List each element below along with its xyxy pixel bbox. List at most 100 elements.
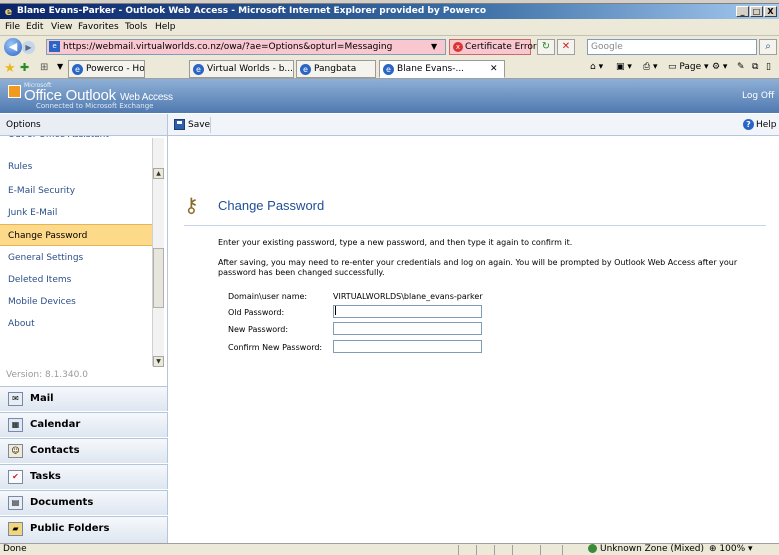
nav-label: Public Folders [30, 523, 110, 534]
add-favorites-icon[interactable]: ✚ [20, 61, 29, 74]
certificate-error-button[interactable]: x Certificate Error [449, 39, 537, 55]
toolbar: Save ? Help [168, 114, 779, 136]
options-header: Options [0, 114, 168, 136]
nav-tasks[interactable]: ✔ Tasks [0, 464, 168, 489]
option-email-security[interactable]: E-Mail Security [0, 180, 152, 202]
tab-list-icon[interactable]: ▼ [57, 62, 63, 71]
tab-powerco-home[interactable]: ePowerco - Home [68, 60, 145, 78]
keys-icon: ⚷ [184, 193, 199, 217]
globe-icon [588, 544, 597, 553]
option-out-of-office[interactable]: Out of Office Assistant [0, 136, 152, 146]
nav-label: Contacts [30, 445, 80, 456]
page-title: Change Password [218, 198, 325, 213]
option-about[interactable]: About [0, 313, 152, 335]
cert-error-label: Certificate Error [465, 42, 537, 52]
nav-public-folders[interactable]: ▰ Public Folders [0, 516, 168, 543]
log-off-link[interactable]: Log Off [742, 91, 774, 101]
scroll-down-icon[interactable]: ▼ [153, 356, 164, 367]
tab-pangbata[interactable]: e Pangbata [296, 60, 376, 78]
brand-subtitle: Connected to Microsoft Exchange [36, 102, 154, 110]
close-window-button[interactable]: X [764, 6, 777, 17]
tab-close-icon[interactable]: ✕ [490, 61, 498, 77]
menu-tools[interactable]: Tools [125, 22, 147, 32]
tab-blane-evans[interactable]: e Blane Evans-... ✕ [379, 60, 505, 78]
tab-label: Powerco - Home [86, 64, 145, 74]
nav-documents[interactable]: ▤ Documents [0, 490, 168, 515]
tab-label: Blane Evans-... [397, 64, 465, 74]
help-icon: ? [743, 119, 754, 130]
menu-help[interactable]: Help [155, 22, 176, 32]
search-input[interactable]: Google [587, 39, 757, 55]
nav-label: Documents [30, 497, 94, 508]
page-menu[interactable]: ▭ Page ▾ [668, 62, 709, 72]
home-icon[interactable]: ⌂ ▾ [590, 62, 603, 72]
status-text: Done [3, 544, 27, 554]
search-icon[interactable]: ⌕ [759, 39, 777, 55]
option-junk-email[interactable]: Junk E-Mail [0, 202, 152, 224]
save-button[interactable]: Save [174, 118, 210, 132]
nav-contacts[interactable]: ☺ Contacts [0, 438, 168, 463]
help-button[interactable]: ? Help [743, 118, 777, 132]
options-list: Out of Office Assistant Rules E-Mail Sec… [0, 136, 168, 386]
scroll-up-icon[interactable]: ▲ [153, 168, 164, 179]
forward-button[interactable]: ▶ [22, 41, 35, 54]
calendar-icon: ▦ [8, 418, 23, 432]
menu-edit[interactable]: Edit [26, 22, 43, 32]
error-icon: x [453, 42, 463, 52]
options-scrollbar[interactable]: ▲ ▼ [152, 138, 164, 367]
refresh-icon[interactable]: ↻ [537, 39, 555, 55]
status-cell [540, 545, 554, 555]
back-button[interactable]: ◀ [4, 38, 22, 56]
nav-mail[interactable]: ✉ Mail [0, 386, 168, 411]
research-icon[interactable]: ✎ [737, 62, 745, 72]
quick-tabs-icon[interactable]: ⊞ [40, 62, 48, 73]
zoom-level: 100% [719, 544, 746, 554]
feeds-icon[interactable]: ▣ ▾ [616, 62, 632, 72]
public-folders-icon: ▰ [8, 522, 23, 536]
menu-file[interactable]: File [5, 22, 20, 32]
option-rules[interactable]: Rules [0, 156, 152, 178]
copy-icon[interactable]: ⧉ [752, 62, 758, 72]
page-icon: e [49, 41, 60, 52]
option-mobile-devices[interactable]: Mobile Devices [0, 291, 152, 313]
ie-tab-icon: e [72, 64, 83, 75]
minimize-button[interactable]: _ [736, 6, 749, 17]
url-dropdown-icon[interactable]: ▼ [431, 42, 441, 52]
status-cell [512, 545, 526, 555]
maximize-button[interactable]: □ [750, 6, 763, 17]
nav-calendar[interactable]: ▦ Calendar [0, 412, 168, 437]
owa-header: Microsoft Office Outlook Web Access Conn… [0, 79, 779, 113]
menu-view[interactable]: View [51, 22, 72, 32]
nav-label: Mail [30, 393, 54, 404]
note-text: After saving, you may need to re-enter y… [218, 258, 738, 277]
page-icon[interactable]: ▯ [766, 62, 771, 72]
option-deleted-items[interactable]: Deleted Items [0, 269, 152, 291]
zone-label: Unknown Zone (Mixed) [600, 544, 705, 554]
documents-icon: ▤ [8, 496, 23, 510]
save-disk-icon [174, 119, 185, 130]
stop-icon[interactable]: ✕ [557, 39, 575, 55]
option-change-password[interactable]: Change Password [0, 224, 152, 246]
zoom-control[interactable]: ⊕ 100% ▾ [709, 544, 753, 555]
tab-virtual-worlds[interactable]: e Virtual Worlds - b... [189, 60, 294, 78]
favorites-star-icon[interactable]: ★ [4, 61, 16, 76]
tools-icon[interactable]: ⚙ ▾ [712, 62, 727, 72]
url-field[interactable]: e https://webmail.virtualworlds.co.nz/ow… [46, 39, 446, 55]
toolbar-divider [210, 117, 211, 133]
mail-icon: ✉ [8, 392, 23, 406]
scroll-thumb[interactable] [153, 248, 164, 308]
new-password-input[interactable] [333, 322, 482, 335]
print-icon[interactable]: ⎙ ▾ [643, 62, 658, 72]
security-zone[interactable]: Unknown Zone (Mixed) [588, 544, 704, 555]
old-password-input[interactable] [333, 305, 482, 318]
option-general-settings[interactable]: General Settings [0, 247, 152, 269]
window-title-bar: e Blane Evans-Parker - Outlook Web Acces… [0, 4, 779, 19]
version-text: Version: 8.1.340.0 [6, 370, 88, 380]
help-label: Help [756, 120, 777, 130]
menu-favorites[interactable]: Favorites [78, 22, 119, 32]
domain-label: Domain\user name: [228, 292, 308, 301]
tab-bar: ★ ✚ ⊞ ▼ ePowerco - Home eVirtual Worlds … [0, 57, 779, 79]
confirm-password-input[interactable] [333, 340, 482, 353]
ie-tab-icon: e [300, 64, 311, 75]
save-label: Save [188, 120, 211, 130]
